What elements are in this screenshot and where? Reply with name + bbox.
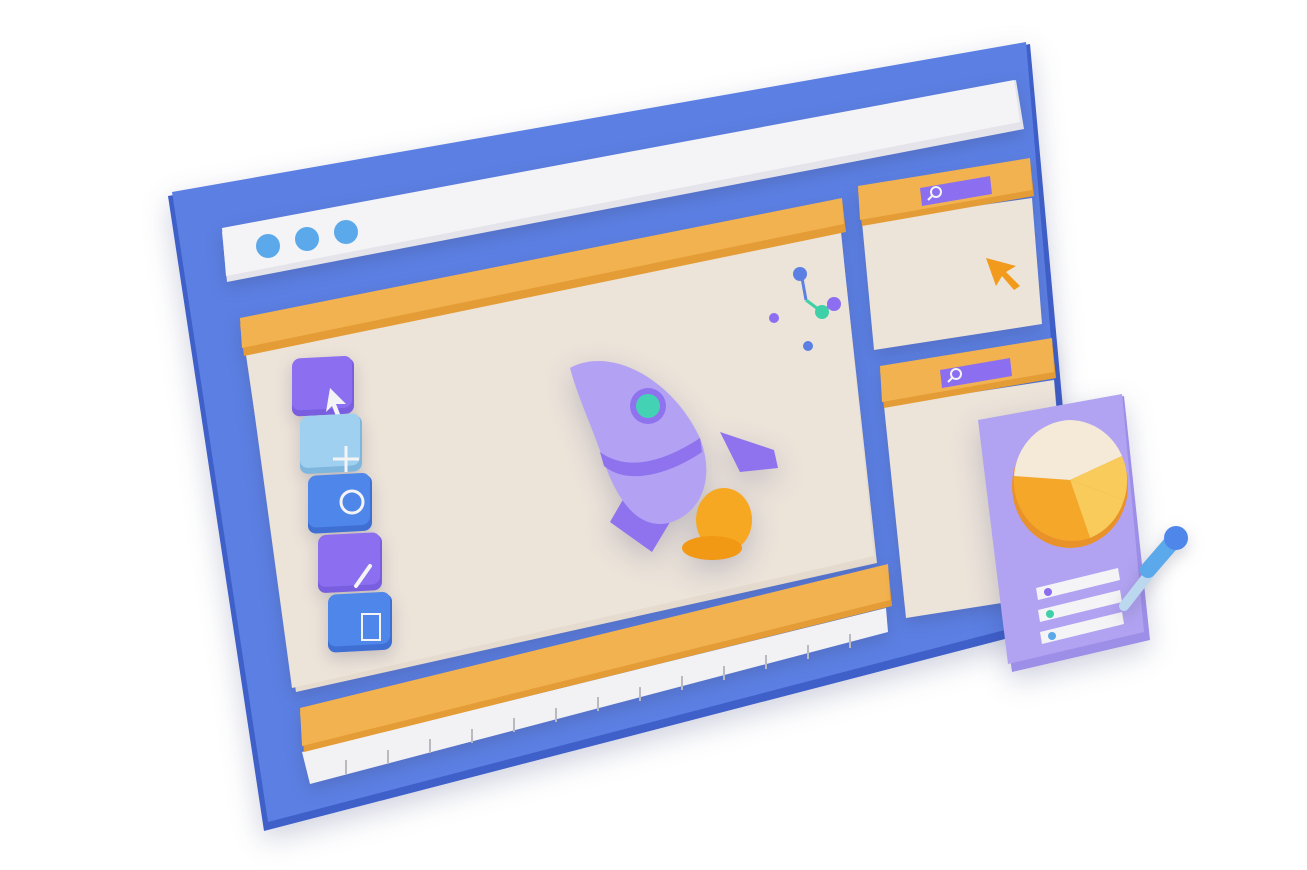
eyedropper-icon[interactable] bbox=[0, 0, 1307, 870]
app-illustration bbox=[0, 0, 1307, 870]
